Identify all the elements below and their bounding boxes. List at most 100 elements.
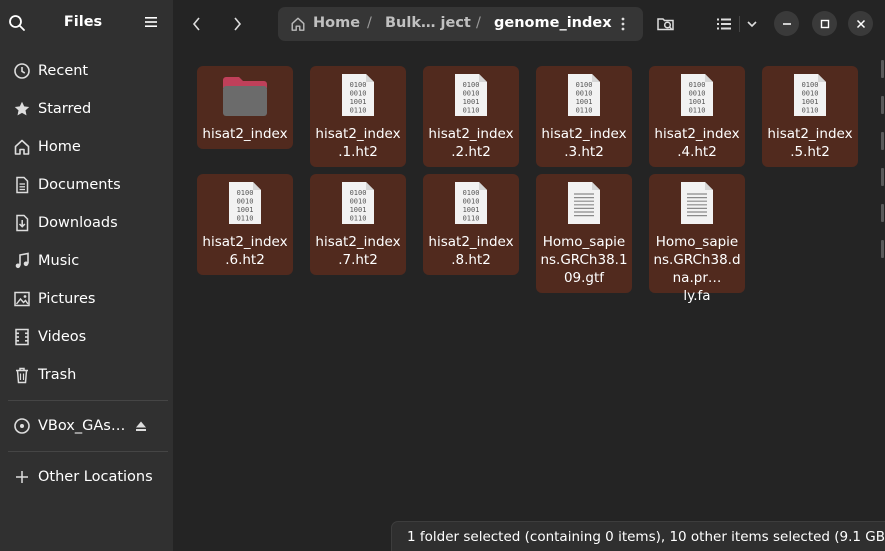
sidebar-item-label: Home <box>38 139 81 155</box>
view-options-button[interactable] <box>739 11 765 37</box>
svg-text:1001: 1001 <box>463 98 480 106</box>
svg-text:0100: 0100 <box>463 81 480 89</box>
sidebar-item-trash[interactable]: Trash <box>0 358 173 392</box>
svg-text:0010: 0010 <box>689 90 706 98</box>
text-file-icon <box>568 182 600 224</box>
folder-icon <box>223 77 267 116</box>
file-name: hisat2_index <box>202 126 288 142</box>
binary-file-icon: 0100001010010110 <box>342 74 374 116</box>
document-icon <box>12 175 32 195</box>
maximize-icon <box>820 19 829 28</box>
home-icon <box>12 137 32 157</box>
hamburger-menu-icon[interactable] <box>144 15 158 29</box>
svg-text:0110: 0110 <box>350 107 367 115</box>
sidebar-item-other-locations[interactable]: Other Locations <box>0 460 173 494</box>
file-item[interactable]: Homo_sapie ns.GRCh38.1 09.gtf <box>536 174 632 293</box>
picture-icon <box>12 289 32 309</box>
file-name: hisat2_index .1.ht2 <box>315 126 401 160</box>
chevron-right-icon <box>234 17 242 31</box>
sidebar-item-label: Recent <box>38 63 89 79</box>
plus-icon <box>12 467 32 487</box>
file-item[interactable]: 0100 0010 1001 0110 hisat2_index .7.ht2 <box>310 174 406 275</box>
breadcrumb-bulk-project[interactable]: Bulk… ject <box>385 15 471 31</box>
sidebar-item-music[interactable]: Music <box>0 244 173 278</box>
svg-text:1001: 1001 <box>350 206 367 214</box>
sidebar-item-recent[interactable]: Recent <box>0 54 173 88</box>
sidebar-item-downloads[interactable]: Downloads <box>0 206 173 240</box>
more-options-icon[interactable] <box>615 16 631 32</box>
sidebar-item-label: Starred <box>38 101 92 117</box>
breadcrumb-home[interactable]: Home <box>313 15 360 31</box>
chevron-down-icon <box>747 21 757 28</box>
sidebar-item-label: VBox_GAs… <box>38 418 126 434</box>
file-name: Homo_sapie ns.GRCh38.1 09.gtf <box>540 234 628 286</box>
eject-icon[interactable] <box>135 420 147 432</box>
svg-text:1001: 1001 <box>802 98 819 106</box>
folder-search-icon <box>657 18 674 31</box>
file-name: hisat2_index .8.ht2 <box>428 234 514 268</box>
scrollbar[interactable] <box>881 60 884 290</box>
sidebar-item-pictures[interactable]: Pictures <box>0 282 173 316</box>
sidebar-item-starred[interactable]: Starred <box>0 92 173 126</box>
file-item[interactable]: 0100 0010 1001 0110 hisat2_index .3.ht2 <box>536 66 632 167</box>
binary-file-icon: 0100001010010110 <box>455 74 487 116</box>
svg-text:0100: 0100 <box>237 189 254 197</box>
file-item[interactable]: hisat2_index <box>197 66 293 149</box>
sidebar-divider <box>8 400 168 401</box>
clock-icon <box>12 61 32 81</box>
svg-text:1001: 1001 <box>576 98 593 106</box>
sidebar-item-label: Pictures <box>38 291 96 307</box>
breadcrumb-separator: / <box>367 15 372 31</box>
forward-button[interactable] <box>225 12 249 36</box>
svg-text:0010: 0010 <box>802 90 819 98</box>
sidebar-item-label: Music <box>38 253 80 269</box>
close-button[interactable] <box>848 11 873 36</box>
star-icon <box>12 99 32 119</box>
search-files-button[interactable] <box>653 11 679 37</box>
svg-text:0010: 0010 <box>463 198 480 206</box>
file-name: hisat2_index .6.ht2 <box>202 234 288 268</box>
file-item[interactable]: 0100 0010 1001 0110 hisat2_index .2.ht2 <box>423 66 519 167</box>
back-button[interactable] <box>185 12 209 36</box>
svg-text:0100: 0100 <box>802 81 819 89</box>
svg-text:0100: 0100 <box>350 81 367 89</box>
file-name: hisat2_index .4.ht2 <box>654 126 740 160</box>
svg-text:0010: 0010 <box>237 198 254 206</box>
file-item[interactable]: 0100 0010 1001 0110 hisat2_index .6.ht2 <box>197 174 293 275</box>
svg-text:0110: 0110 <box>463 107 480 115</box>
svg-text:0110: 0110 <box>463 215 480 223</box>
sidebar-item-label: Trash <box>38 367 77 383</box>
sidebar-item-home[interactable]: Home <box>0 130 173 164</box>
path-bar: Home / Bulk… ject / genome_index <box>278 7 643 41</box>
video-icon <box>12 327 32 347</box>
file-item[interactable]: 0100 0010 1001 0110 hisat2_index .5.ht2 <box>762 66 858 167</box>
file-name: hisat2_index .7.ht2 <box>315 234 401 268</box>
svg-text:0110: 0110 <box>576 107 593 115</box>
file-item[interactable]: 0100 0010 1001 0110 hisat2_index .1.ht2 <box>310 66 406 167</box>
file-item[interactable]: Homo_sapie ns.GRCh38.d na.pr… ly.fa <box>649 174 745 304</box>
selection-status-text: 1 folder selected (containing 0 items), … <box>407 529 885 545</box>
file-item[interactable]: 0100 0010 1001 0110 hisat2_index .4.ht2 <box>649 66 745 167</box>
binary-file-icon: 0100001010010110 <box>681 74 713 116</box>
svg-text:1001: 1001 <box>463 206 480 214</box>
sidebar-item-documents[interactable]: Documents <box>0 168 173 202</box>
sidebar-item-label: Documents <box>38 177 121 193</box>
close-icon <box>856 19 865 28</box>
svg-text:1001: 1001 <box>350 98 367 106</box>
svg-text:0010: 0010 <box>350 90 367 98</box>
status-bar: 1 folder selected (containing 0 items), … <box>391 521 885 551</box>
svg-text:0100: 0100 <box>350 189 367 197</box>
sidebar-header: Files <box>0 0 173 48</box>
file-name: Homo_sapie ns.GRCh38.d na.pr… ly.fa <box>653 234 741 304</box>
svg-text:0010: 0010 <box>576 90 593 98</box>
minimize-button[interactable] <box>774 11 799 36</box>
svg-text:0100: 0100 <box>463 189 480 197</box>
sidebar-item-videos[interactable]: Videos <box>0 320 173 354</box>
breadcrumb-separator: / <box>476 15 481 31</box>
maximize-button[interactable] <box>812 11 837 36</box>
sidebar-item-vbox-gas[interactable]: VBox_GAs… <box>0 409 173 443</box>
file-item[interactable]: 0100 0010 1001 0110 hisat2_index .8.ht2 <box>423 174 519 275</box>
view-list-button[interactable] <box>711 11 737 37</box>
breadcrumb-current[interactable]: genome_index <box>494 15 612 31</box>
svg-text:0110: 0110 <box>802 107 819 115</box>
